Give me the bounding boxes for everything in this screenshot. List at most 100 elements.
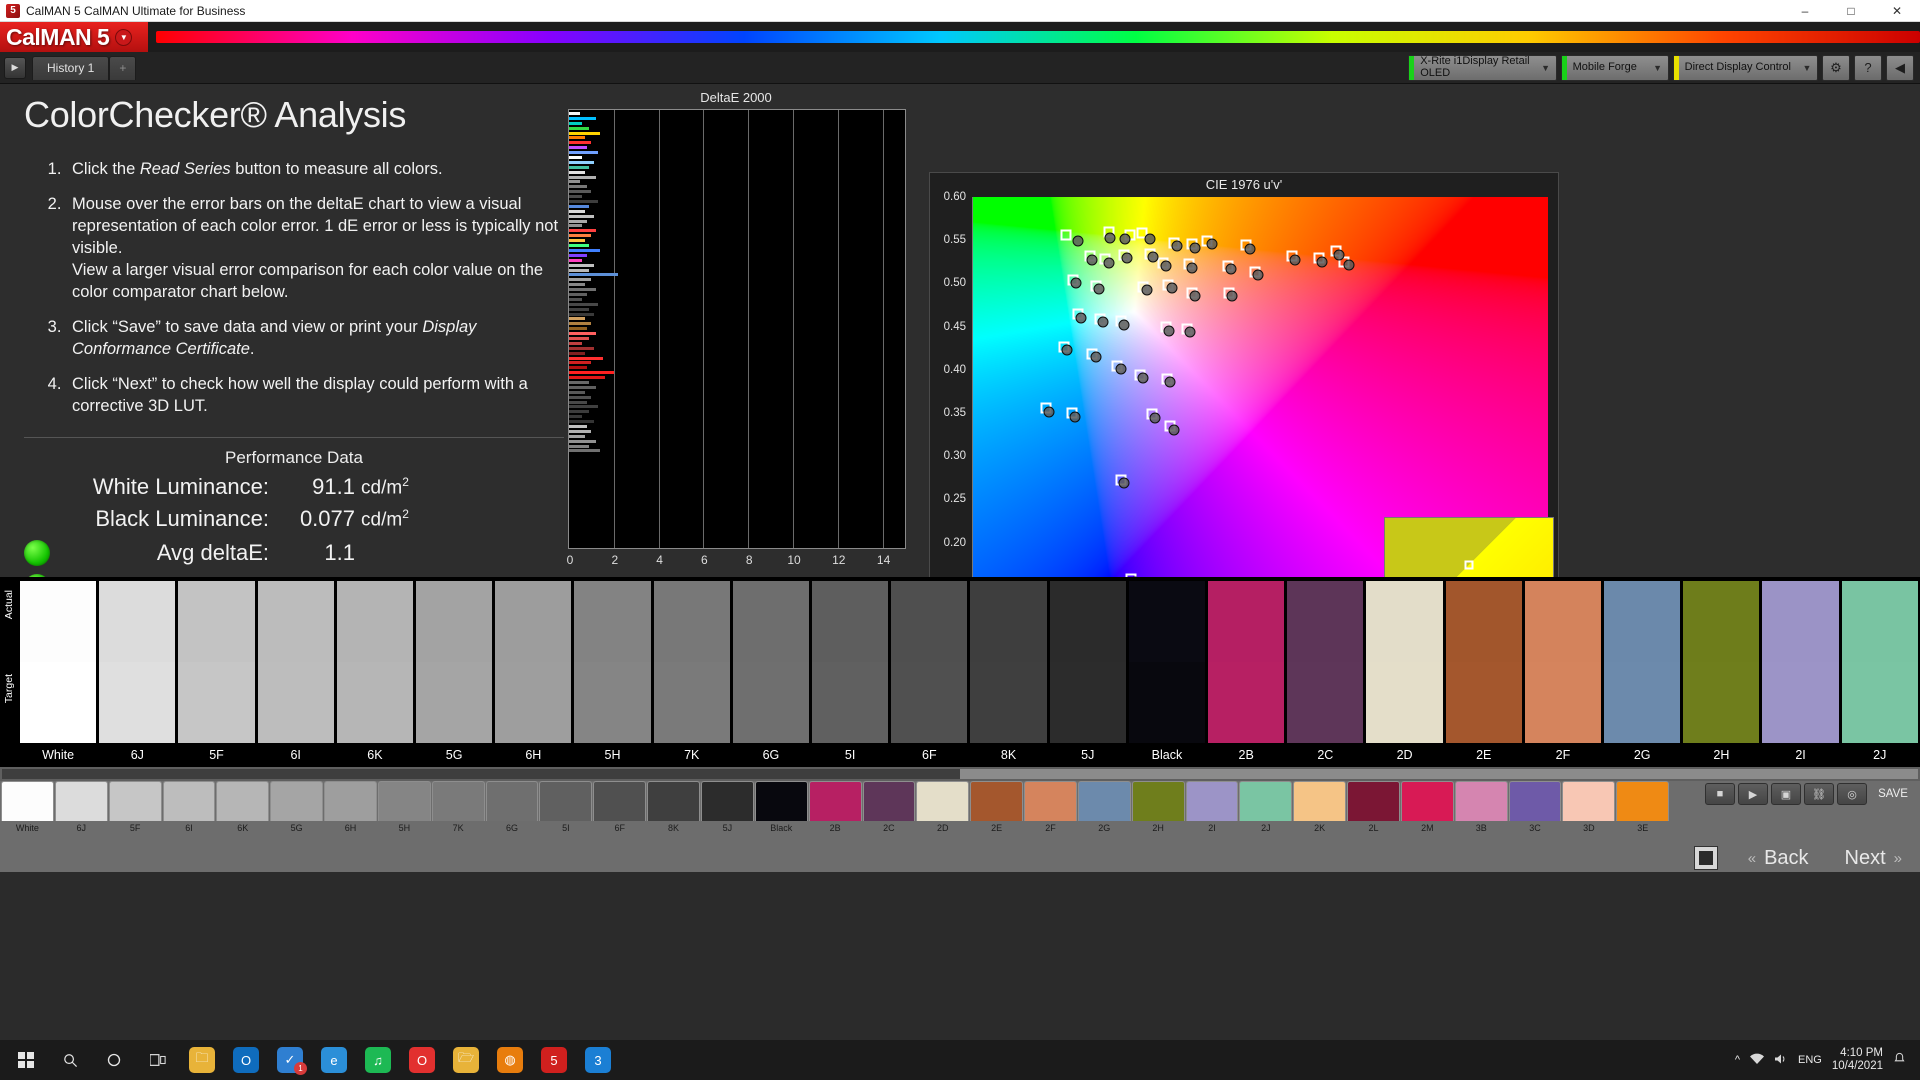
network-icon[interactable] <box>1749 1053 1764 1068</box>
deltae-plot-area[interactable] <box>568 109 906 549</box>
mini-swatch[interactable]: 2D <box>916 781 970 835</box>
collapse-icon[interactable]: ◀ <box>1886 54 1914 81</box>
cie-measured-point[interactable] <box>1160 260 1172 272</box>
search-icon[interactable] <box>48 1040 92 1080</box>
scrollbar-thumb[interactable] <box>2 769 960 779</box>
comparator-column[interactable]: 5F <box>178 581 255 767</box>
cie-measured-point[interactable] <box>1061 344 1073 356</box>
cie-measured-point[interactable] <box>1189 290 1201 302</box>
comparator-column[interactable]: White <box>20 581 97 767</box>
deltae-bar[interactable] <box>569 385 596 389</box>
mini-swatch[interactable]: 2E <box>970 781 1024 835</box>
mini-swatch[interactable]: White <box>1 781 54 835</box>
deltae-bar[interactable] <box>569 395 592 399</box>
cie-measured-point[interactable] <box>1206 238 1218 250</box>
cie-measured-point[interactable] <box>1121 252 1133 264</box>
deltae-bar[interactable] <box>569 429 592 433</box>
deltae-bar[interactable] <box>569 410 590 414</box>
notifications-icon[interactable] <box>1893 1052 1906 1068</box>
mini-swatch[interactable]: 5I <box>539 781 593 835</box>
comparator-column[interactable]: 2D <box>1366 581 1443 767</box>
mini-swatch[interactable]: 3E <box>1616 781 1670 835</box>
deltae-bar[interactable] <box>569 361 592 365</box>
deltae-bar[interactable] <box>569 268 590 272</box>
deltae-bar[interactable] <box>569 371 614 375</box>
deltae-bar[interactable] <box>569 126 590 130</box>
deltae-bar[interactable] <box>569 405 599 409</box>
cie-measured-point[interactable] <box>1119 233 1131 245</box>
horizontal-scrollbar[interactable] <box>0 767 1920 781</box>
deltae-bar[interactable] <box>569 322 592 326</box>
comparator-column[interactable]: 2E <box>1445 581 1522 767</box>
cie-measured-point[interactable] <box>1043 406 1055 418</box>
cie-measured-point[interactable] <box>1118 319 1130 331</box>
cortana-icon[interactable] <box>92 1040 136 1080</box>
chevron-down-icon[interactable]: ▼ <box>1797 56 1817 80</box>
close-button[interactable]: ✕ <box>1874 0 1920 21</box>
cie-measured-point[interactable] <box>1168 424 1180 436</box>
deltae-bar[interactable] <box>569 341 583 345</box>
deltae-bar[interactable] <box>569 180 581 184</box>
link-icon[interactable]: ⛓ <box>1804 783 1834 805</box>
deltae-bar[interactable] <box>569 273 619 277</box>
deltae-bar[interactable] <box>569 297 583 301</box>
deltae-bar[interactable] <box>569 141 592 145</box>
comparator-column[interactable]: 6G <box>732 581 810 767</box>
tray-chevron-icon[interactable]: ^ <box>1735 1054 1740 1066</box>
cie-measured-point[interactable] <box>1072 235 1084 247</box>
cie-measured-point[interactable] <box>1244 243 1256 255</box>
cie-measured-point[interactable] <box>1164 376 1176 388</box>
deltae-bar[interactable] <box>569 444 590 448</box>
deltae-bar[interactable] <box>569 415 583 419</box>
mini-swatch[interactable]: 5H <box>377 781 431 835</box>
mini-swatch[interactable]: 3C <box>1508 781 1562 835</box>
deltae-bar[interactable] <box>569 302 599 306</box>
mini-swatch[interactable]: 6I <box>162 781 216 835</box>
deltae-bar[interactable] <box>569 263 594 267</box>
deltae-bar[interactable] <box>569 258 583 262</box>
calman-logo[interactable]: CalMAN 5 ▼ <box>0 22 148 52</box>
comparator-column[interactable]: 7K <box>653 581 730 767</box>
app3-icon[interactable]: 3 <box>576 1040 620 1080</box>
deltae-bar[interactable] <box>569 278 592 282</box>
next-button[interactable]: Next » <box>1827 847 1920 870</box>
cie-measured-point[interactable] <box>1149 412 1161 424</box>
deltae-bar[interactable] <box>569 131 601 135</box>
mini-swatch[interactable]: 8K <box>647 781 700 835</box>
deltae-bar[interactable] <box>569 283 585 287</box>
comparator-column[interactable]: 2B <box>1208 581 1285 767</box>
comparator-column[interactable]: 2I <box>1762 581 1839 767</box>
comparator-column[interactable]: 2H <box>1683 581 1760 767</box>
deltae-bar[interactable] <box>569 170 585 174</box>
cie-measured-point[interactable] <box>1070 277 1082 289</box>
cie-measured-point[interactable] <box>1333 249 1345 261</box>
deltae-bar[interactable] <box>569 449 601 453</box>
cie-measured-point[interactable] <box>1343 259 1355 271</box>
comparator-column[interactable]: 2J <box>1841 581 1918 767</box>
opera-icon[interactable]: O <box>400 1040 444 1080</box>
cie-measured-point[interactable] <box>1115 363 1127 375</box>
deltae-bar[interactable] <box>569 151 599 155</box>
mini-swatch[interactable]: 2I <box>1185 781 1239 835</box>
deltae-bar[interactable] <box>569 121 583 125</box>
deltae-bar[interactable] <box>569 244 590 248</box>
cie-measured-point[interactable] <box>1090 351 1102 363</box>
deltae-bar[interactable] <box>569 336 590 340</box>
mini-swatch[interactable]: 7K <box>431 781 485 835</box>
comparator-column[interactable]: 6H <box>495 581 572 767</box>
deltae-bar[interactable] <box>569 234 592 238</box>
deltae-bar[interactable] <box>569 425 587 428</box>
mini-swatch[interactable]: 5G <box>270 781 324 835</box>
mini-swatch[interactable]: 2F <box>1024 781 1077 835</box>
blender-icon[interactable]: ◍ <box>488 1040 532 1080</box>
mini-swatch[interactable]: 2L <box>1347 781 1400 835</box>
save-button[interactable]: SAVE <box>1870 783 1916 805</box>
mini-swatch[interactable]: 2C <box>862 781 916 835</box>
cie-measured-point[interactable] <box>1104 232 1116 243</box>
deltae-bar[interactable] <box>569 146 587 150</box>
comparator-column[interactable]: 6F <box>891 581 968 767</box>
help-icon[interactable]: ? <box>1854 54 1882 81</box>
cie-target-point[interactable] <box>1060 229 1072 241</box>
deltae-bar[interactable] <box>569 380 590 384</box>
deltae-bar[interactable] <box>569 204 590 208</box>
